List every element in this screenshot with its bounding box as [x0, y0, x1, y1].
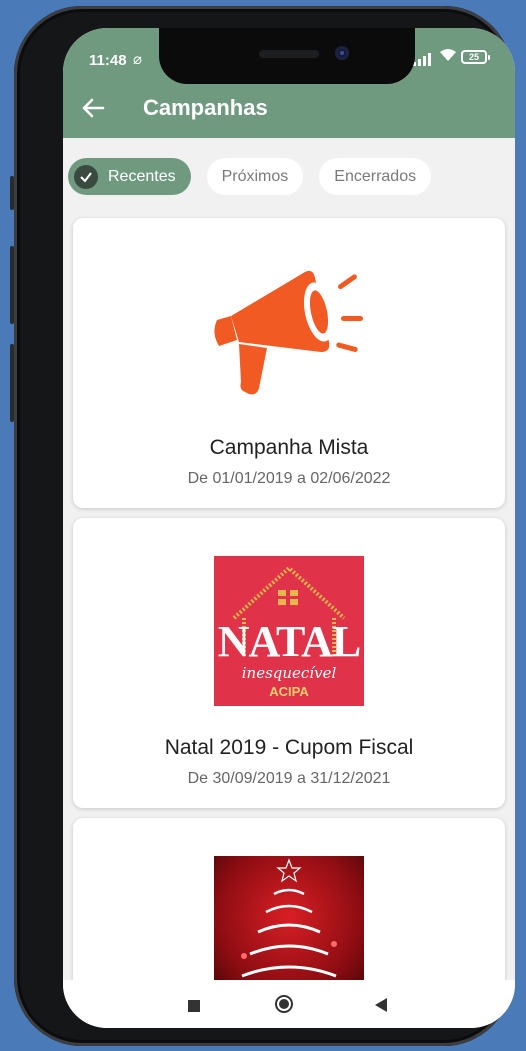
- recent-apps-button[interactable]: [188, 1000, 200, 1012]
- megaphone-icon: [209, 258, 369, 403]
- back-arrow-icon[interactable]: [79, 94, 107, 122]
- filter-chips: Recentes Próximos Encerrados: [68, 158, 432, 195]
- volume-down-button: [10, 344, 14, 422]
- filter-chip-closed[interactable]: Encerrados: [319, 158, 432, 195]
- campaign-list[interactable]: Recentes Próximos Encerrados Campanha Mi…: [63, 138, 515, 980]
- natal-logo-text: NATAL: [217, 617, 362, 666]
- filter-chip-recent[interactable]: Recentes: [68, 158, 191, 195]
- campaign-dates: De 30/09/2019 a 31/12/2021: [187, 770, 391, 787]
- home-button[interactable]: [275, 995, 293, 1013]
- natal-logo-org: ACIPA: [269, 684, 309, 699]
- campaign-card[interactable]: NATAL inesquecível ACIPA Natal 2019 - Cu…: [73, 518, 505, 808]
- alarm-off-icon: ⌀: [133, 51, 143, 68]
- campaign-card[interactable]: Campanha Mista De 01/01/2019 a 02/06/202…: [73, 218, 505, 508]
- campaign-dates: De 01/01/2019 a 02/06/2022: [187, 470, 391, 487]
- filter-chip-upcoming[interactable]: Próximos: [206, 158, 304, 195]
- campaign-card[interactable]: [73, 818, 505, 980]
- campaign-name: Natal 2019 - Cupom Fiscal: [164, 736, 414, 759]
- speaker: [259, 50, 319, 58]
- natal-logo: NATAL inesquecível ACIPA: [214, 556, 364, 706]
- status-time: 11:48: [89, 52, 127, 69]
- front-camera: [335, 46, 349, 60]
- system-nav-bar: [63, 980, 515, 1028]
- mute-switch: [10, 176, 14, 210]
- filter-chip-label: Recentes: [108, 167, 176, 185]
- check-icon: [74, 164, 98, 189]
- notch: [159, 28, 415, 84]
- christmas-tree-image: [214, 856, 364, 980]
- filter-chip-label: Encerrados: [334, 167, 417, 185]
- phone-frame: 11:48 ⌀ 25 Campanhas Recentes Próximos E…: [10, 6, 515, 1046]
- wifi-icon: [439, 48, 457, 67]
- system-back-button[interactable]: [375, 998, 387, 1012]
- page-title: Campanhas: [143, 95, 268, 120]
- battery-icon: 25: [461, 50, 490, 64]
- volume-up-button: [10, 246, 14, 324]
- filter-chip-label: Próximos: [221, 167, 289, 185]
- signal-icon: [413, 52, 431, 66]
- phone-screen: 11:48 ⌀ 25 Campanhas Recentes Próximos E…: [63, 28, 515, 1028]
- campaign-name: Campanha Mista: [209, 436, 369, 459]
- natal-logo-script: inesquecível: [241, 664, 337, 682]
